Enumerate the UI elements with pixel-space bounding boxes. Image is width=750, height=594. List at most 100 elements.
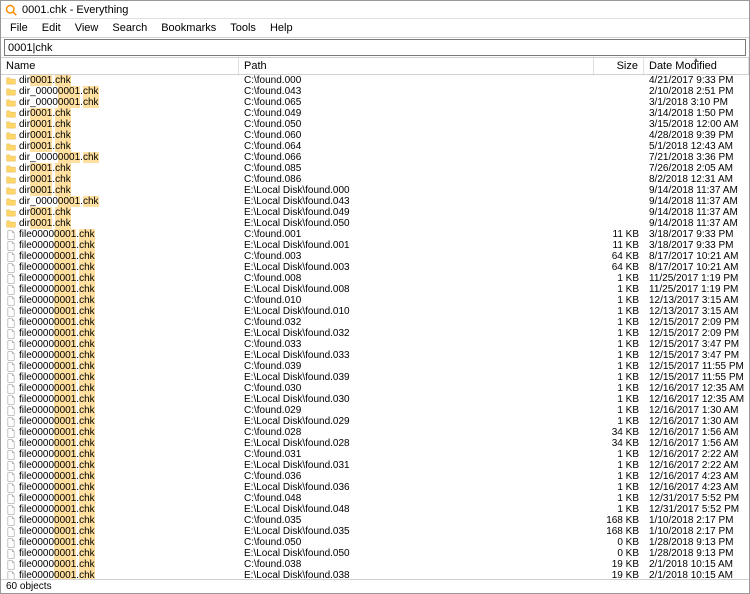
list-item[interactable]: file00000001.chkC:\found.035168 KB1/10/2… bbox=[1, 515, 749, 526]
file-name: file00000001.chk bbox=[19, 548, 95, 559]
list-item[interactable]: dir0001.chkC:\found.0503/15/2018 12:00 A… bbox=[1, 119, 749, 130]
list-item[interactable]: dir_00000001.chkC:\found.0653/1/2018 3:1… bbox=[1, 97, 749, 108]
file-path: C:\found.010 bbox=[239, 295, 594, 306]
file-name: file00000001.chk bbox=[19, 449, 95, 460]
file-path: E:\Local Disk\found.049 bbox=[239, 207, 594, 218]
file-date: 12/13/2017 3:15 AM bbox=[644, 295, 749, 306]
folder-icon bbox=[6, 208, 16, 218]
list-item[interactable]: file00000001.chkC:\found.0301 KB12/16/20… bbox=[1, 383, 749, 394]
file-size: 64 KB bbox=[594, 251, 644, 262]
list-item[interactable]: dir0001.chkC:\found.0857/26/2018 2:05 AM bbox=[1, 163, 749, 174]
list-item[interactable]: dir0001.chkE:\Local Disk\found.0509/14/2… bbox=[1, 218, 749, 229]
file-icon bbox=[6, 505, 16, 515]
list-item[interactable]: file00000001.chkC:\found.00364 KB8/17/20… bbox=[1, 251, 749, 262]
file-size: 1 KB bbox=[594, 339, 644, 350]
search-input[interactable] bbox=[4, 39, 746, 56]
list-item[interactable]: dir_00000001.chkC:\found.0667/21/2018 3:… bbox=[1, 152, 749, 163]
list-item[interactable]: file00000001.chkE:\Local Disk\found.0283… bbox=[1, 438, 749, 449]
column-header-size[interactable]: Size bbox=[594, 58, 644, 74]
file-icon bbox=[6, 307, 16, 317]
file-date: 7/21/2018 3:36 PM bbox=[644, 152, 749, 163]
list-item[interactable]: dir0001.chkE:\Local Disk\found.0499/14/2… bbox=[1, 207, 749, 218]
list-item[interactable]: file00000001.chkE:\Local Disk\found.0391… bbox=[1, 372, 749, 383]
file-size: 11 KB bbox=[594, 240, 644, 251]
file-name: file00000001.chk bbox=[19, 460, 95, 471]
list-item[interactable]: dir0001.chkC:\found.0493/14/2018 1:50 PM bbox=[1, 108, 749, 119]
menu-edit[interactable]: Edit bbox=[35, 20, 68, 36]
list-item[interactable]: file00000001.chkE:\Local Disk\found.0011… bbox=[1, 240, 749, 251]
list-item[interactable]: dir0001.chkC:\found.0604/28/2018 9:39 PM bbox=[1, 130, 749, 141]
file-list[interactable]: dir0001.chkC:\found.0004/21/2017 9:33 PM… bbox=[1, 75, 749, 579]
file-date: 12/16/2017 1:56 AM bbox=[644, 427, 749, 438]
list-item[interactable]: file00000001.chkC:\found.0331 KB12/15/20… bbox=[1, 339, 749, 350]
file-name: file00000001.chk bbox=[19, 284, 95, 295]
list-item[interactable]: dir0001.chkC:\found.0004/21/2017 9:33 PM bbox=[1, 75, 749, 86]
file-date: 12/16/2017 4:23 AM bbox=[644, 471, 749, 482]
file-path: C:\found.029 bbox=[239, 405, 594, 416]
list-item[interactable]: file00000001.chkE:\Local Disk\found.0291… bbox=[1, 416, 749, 427]
file-date: 1/10/2018 2:17 PM bbox=[644, 515, 749, 526]
list-item[interactable]: file00000001.chkE:\Local Disk\found.0081… bbox=[1, 284, 749, 295]
list-item[interactable]: file00000001.chkC:\found.0291 KB12/16/20… bbox=[1, 405, 749, 416]
list-item[interactable]: file00000001.chkE:\Local Disk\found.0036… bbox=[1, 262, 749, 273]
menu-view[interactable]: View bbox=[68, 20, 106, 36]
file-name: dir0001.chk bbox=[19, 185, 71, 196]
list-item[interactable]: dir0001.chkE:\Local Disk\found.0009/14/2… bbox=[1, 185, 749, 196]
file-path: E:\Local Disk\found.030 bbox=[239, 394, 594, 405]
list-item[interactable]: file00000001.chkC:\found.0500 KB1/28/201… bbox=[1, 537, 749, 548]
list-item[interactable]: file00000001.chkE:\Local Disk\found.0101… bbox=[1, 306, 749, 317]
list-item[interactable]: file00000001.chkE:\Local Disk\found.0351… bbox=[1, 526, 749, 537]
list-item[interactable]: file00000001.chkC:\found.00111 KB3/18/20… bbox=[1, 229, 749, 240]
file-name: dir_00000001.chk bbox=[19, 196, 99, 207]
list-item[interactable]: file00000001.chkE:\Local Disk\found.0321… bbox=[1, 328, 749, 339]
list-item[interactable]: file00000001.chkC:\found.0311 KB12/16/20… bbox=[1, 449, 749, 460]
list-item[interactable]: file00000001.chkE:\Local Disk\found.0311… bbox=[1, 460, 749, 471]
file-date: 12/15/2017 11:55 PM bbox=[644, 361, 749, 372]
menu-search[interactable]: Search bbox=[105, 20, 154, 36]
file-path: C:\found.008 bbox=[239, 273, 594, 284]
menu-tools[interactable]: Tools bbox=[223, 20, 263, 36]
menu-help[interactable]: Help bbox=[263, 20, 300, 36]
list-item[interactable]: file00000001.chkE:\Local Disk\found.0301… bbox=[1, 394, 749, 405]
file-icon bbox=[6, 417, 16, 427]
menu-bookmarks[interactable]: Bookmarks bbox=[154, 20, 223, 36]
file-path: C:\found.032 bbox=[239, 317, 594, 328]
file-icon bbox=[6, 285, 16, 295]
list-item[interactable]: dir0001.chkC:\found.0868/2/2018 12:31 AM bbox=[1, 174, 749, 185]
list-item[interactable]: file00000001.chkC:\found.0391 KB12/15/20… bbox=[1, 361, 749, 372]
column-header-name[interactable]: Name bbox=[1, 58, 239, 74]
file-size: 19 KB bbox=[594, 570, 644, 579]
file-icon bbox=[6, 472, 16, 482]
list-item[interactable]: file00000001.chkC:\found.0361 KB12/16/20… bbox=[1, 471, 749, 482]
file-path: C:\found.030 bbox=[239, 383, 594, 394]
list-item[interactable]: file00000001.chkC:\found.03819 KB2/1/201… bbox=[1, 559, 749, 570]
column-header-path[interactable]: Path bbox=[239, 58, 594, 74]
menu-file[interactable]: File bbox=[3, 20, 35, 36]
list-item[interactable]: file00000001.chkC:\found.0481 KB12/31/20… bbox=[1, 493, 749, 504]
list-item[interactable]: dir_00000001.chkC:\found.0432/10/2018 2:… bbox=[1, 86, 749, 97]
file-date: 12/15/2017 3:47 PM bbox=[644, 339, 749, 350]
file-name: file00000001.chk bbox=[19, 438, 95, 449]
file-name: dir0001.chk bbox=[19, 119, 71, 130]
list-item[interactable]: file00000001.chkE:\Local Disk\found.0331… bbox=[1, 350, 749, 361]
file-icon bbox=[6, 395, 16, 405]
file-icon bbox=[6, 274, 16, 284]
file-date: 12/31/2017 5:52 PM bbox=[644, 504, 749, 515]
list-item[interactable]: file00000001.chkC:\found.0321 KB12/15/20… bbox=[1, 317, 749, 328]
file-path: C:\found.064 bbox=[239, 141, 594, 152]
list-item[interactable]: dir0001.chkC:\found.0645/1/2018 12:43 AM bbox=[1, 141, 749, 152]
list-item[interactable]: file00000001.chkC:\found.0101 KB12/13/20… bbox=[1, 295, 749, 306]
list-item[interactable]: file00000001.chkE:\Local Disk\found.0500… bbox=[1, 548, 749, 559]
file-date: 9/14/2018 11:37 AM bbox=[644, 207, 749, 218]
list-item[interactable]: file00000001.chkE:\Local Disk\found.0481… bbox=[1, 504, 749, 515]
list-item[interactable]: file00000001.chkC:\found.0081 KB11/25/20… bbox=[1, 273, 749, 284]
list-item[interactable]: dir_00000001.chkE:\Local Disk\found.0439… bbox=[1, 196, 749, 207]
folder-icon bbox=[6, 76, 16, 86]
list-item[interactable]: file00000001.chkC:\found.02834 KB12/16/2… bbox=[1, 427, 749, 438]
list-item[interactable]: file00000001.chkE:\Local Disk\found.0361… bbox=[1, 482, 749, 493]
file-icon bbox=[6, 428, 16, 438]
file-date: 12/16/2017 1:30 AM bbox=[644, 405, 749, 416]
column-header-date[interactable]: ▲Date Modified bbox=[644, 58, 749, 74]
file-name: dir0001.chk bbox=[19, 174, 71, 185]
list-item[interactable]: file00000001.chkE:\Local Disk\found.0381… bbox=[1, 570, 749, 579]
